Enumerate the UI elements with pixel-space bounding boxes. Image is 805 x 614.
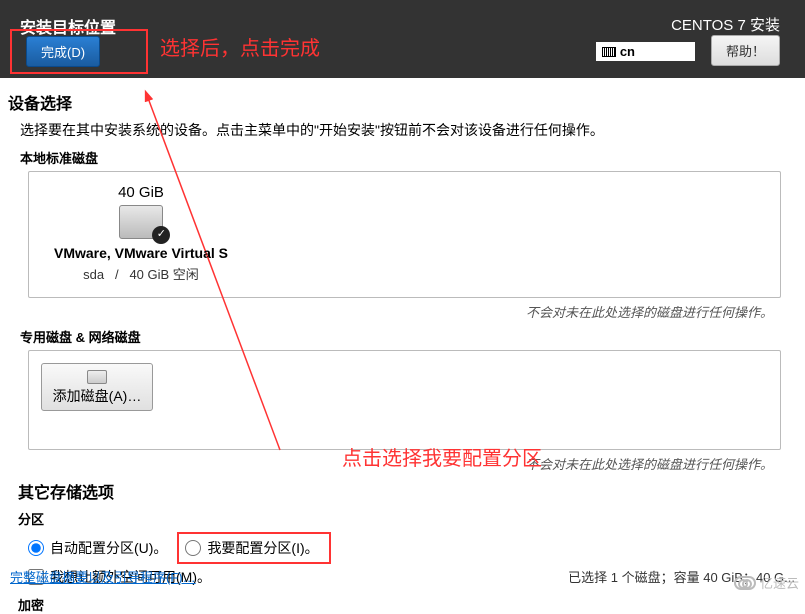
auto-partition-label: 自动配置分区(U)。 [50, 538, 167, 558]
done-button[interactable]: 完成(D) [26, 36, 100, 67]
local-disks-container: 40 GiB ✓ VMware, VMware Virtual S sda / … [28, 171, 781, 298]
auto-partition-radio[interactable] [28, 540, 44, 556]
disk-capacity: 40 GiB [41, 184, 241, 201]
watermark-text: 亿速云 [760, 573, 799, 592]
manual-partition-option[interactable]: 我要配置分区(I)。 [185, 538, 318, 558]
disk-name: VMware, VMware Virtual S [41, 245, 241, 261]
installer-header: 安装目标位置 完成(D) 选择后，点击完成 CENTOS 7 安装 cn 帮助！ [0, 0, 805, 78]
local-disk-note: 不会对未在此处选择的磁盘进行任何操作。 [8, 302, 773, 321]
main-content: 设备选择 选择要在其中安装系统的设备。点击主菜单中的"开始安装"按钮前不会对该设… [0, 78, 805, 614]
local-disks-heading: 本地标准磁盘 [20, 148, 793, 167]
add-disk-button[interactable]: 添加磁盘(A)… [41, 363, 153, 411]
disk-free-info: sda / 40 GiB 空闲 [41, 264, 241, 283]
manual-partition-radio[interactable] [185, 540, 201, 556]
partition-label: 分区 [18, 509, 793, 528]
device-selection-heading: 设备选择 [8, 90, 793, 114]
annotation-text-partition: 点击选择我要配置分区 [342, 442, 542, 471]
storage-options-heading: 其它存储选项 [18, 479, 793, 503]
keyboard-indicator[interactable]: cn [596, 42, 695, 61]
keyboard-lang: cn [620, 44, 635, 59]
add-disk-icon [87, 370, 107, 384]
footer-bar: 完整磁盘摘要以及引导程序(F)… 已选择 1 个磁盘；容量 40 GiB；40 … [10, 567, 795, 586]
encrypt-label: 加密 [18, 595, 793, 614]
manual-partition-label: 我要配置分区(I)。 [207, 538, 318, 558]
watermark-icon [734, 576, 756, 590]
device-instruction: 选择要在其中安装系统的设备。点击主菜单中的"开始安装"按钮前不会对该设备进行任何… [20, 120, 793, 140]
watermark: 亿速云 [734, 573, 799, 592]
keyboard-icon [602, 47, 616, 57]
annotation-text-done: 选择后，点击完成 [160, 32, 320, 61]
disk-summary-link[interactable]: 完整磁盘摘要以及引导程序(F)… [10, 567, 196, 586]
add-disk-label: 添加磁盘(A)… [53, 386, 142, 406]
special-disks-heading: 专用磁盘 & 网络磁盘 [20, 327, 793, 346]
selected-check-icon: ✓ [157, 227, 166, 240]
special-disks-container: 添加磁盘(A)… [28, 350, 781, 450]
annotation-highlight-manual: 我要配置分区(I)。 [177, 532, 330, 564]
annotation-highlight-done: 完成(D) [10, 29, 148, 74]
auto-partition-option[interactable]: 自动配置分区(U)。 [28, 538, 167, 558]
help-button[interactable]: 帮助！ [711, 35, 780, 66]
installer-title: CENTOS 7 安装 [671, 14, 780, 35]
hard-disk-icon: ✓ [119, 205, 163, 239]
disk-item[interactable]: 40 GiB ✓ VMware, VMware Virtual S sda / … [41, 184, 241, 283]
